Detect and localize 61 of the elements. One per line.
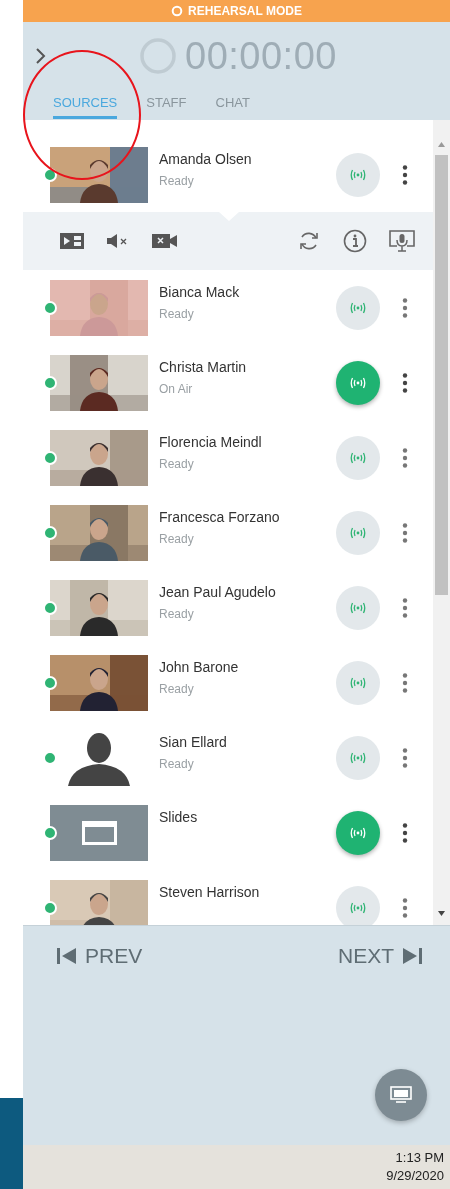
broadcast-icon bbox=[349, 751, 367, 764]
microphone-screen-icon[interactable] bbox=[389, 230, 415, 252]
broadcast-icon bbox=[349, 526, 367, 539]
tab[interactable]: CHAT bbox=[215, 90, 250, 119]
online-dot bbox=[43, 375, 57, 390]
online-dot bbox=[43, 600, 57, 615]
clock-date[interactable]: 9/29/2020 bbox=[386, 1167, 444, 1185]
broadcast-icon bbox=[349, 376, 367, 389]
source-status: Ready bbox=[159, 532, 195, 546]
source-status: Ready bbox=[159, 607, 195, 621]
scrollbar[interactable] bbox=[433, 120, 450, 925]
clock-time[interactable]: 1:13 PM bbox=[395, 1149, 444, 1167]
online-dot bbox=[43, 525, 57, 540]
on-air-button[interactable] bbox=[336, 810, 380, 855]
source-name: Christa Martin bbox=[159, 359, 248, 375]
online-dot bbox=[43, 825, 57, 840]
source-status: Ready bbox=[159, 457, 195, 471]
broadcast-icon bbox=[349, 676, 367, 689]
on-air-button[interactable] bbox=[336, 360, 380, 405]
source-name: Steven Harrison bbox=[159, 884, 261, 900]
online-dot bbox=[43, 300, 57, 315]
source-status: Ready bbox=[159, 682, 195, 696]
chevron-right-icon[interactable] bbox=[35, 47, 47, 65]
next-button[interactable]: NEXT bbox=[338, 943, 422, 968]
scroll-up-icon[interactable] bbox=[438, 142, 445, 147]
source-name: Jean Paul Agudelo bbox=[159, 584, 277, 600]
broadcast-icon bbox=[349, 301, 367, 314]
layout-icon[interactable] bbox=[60, 233, 84, 249]
online-dot bbox=[43, 900, 57, 915]
skip-forward-icon bbox=[402, 947, 422, 964]
online-dot bbox=[43, 750, 57, 765]
source-status: Ready bbox=[159, 174, 195, 188]
broadcast-icon bbox=[349, 168, 367, 181]
slides-icon bbox=[50, 804, 148, 861]
broadcast-icon bbox=[349, 826, 367, 839]
source-status: Ready bbox=[159, 757, 195, 771]
source-status: On Air bbox=[159, 382, 194, 396]
source-name: John Barone bbox=[159, 659, 240, 675]
source-name: Florencia Meindl bbox=[159, 434, 263, 450]
prev-button[interactable]: PREV bbox=[57, 943, 143, 968]
broadcast-icon bbox=[349, 901, 367, 914]
source-name: Amanda Olsen bbox=[159, 151, 253, 167]
tab[interactable]: STAFF bbox=[146, 90, 187, 119]
online-dot bbox=[43, 675, 57, 690]
record-circle-icon bbox=[171, 5, 184, 17]
source-status: Ready bbox=[159, 307, 195, 321]
broadcast-icon bbox=[349, 601, 367, 614]
screen-share-button[interactable] bbox=[375, 1069, 427, 1121]
source-name: Sian Ellard bbox=[159, 734, 228, 750]
skip-back-icon bbox=[57, 947, 77, 964]
broadcast-icon bbox=[349, 451, 367, 464]
source-name: Bianca Mack bbox=[159, 284, 241, 300]
source-name: Francesca Forzano bbox=[159, 509, 281, 525]
online-dot bbox=[43, 450, 57, 465]
scroll-down-icon[interactable] bbox=[438, 911, 445, 916]
camera-off-icon[interactable] bbox=[152, 233, 178, 249]
source-name: Slides bbox=[159, 809, 199, 825]
rehearsal-mode-label: REHEARSAL MODE bbox=[188, 4, 302, 18]
monitor-icon bbox=[390, 1086, 412, 1104]
online-dot bbox=[43, 167, 57, 182]
info-icon[interactable] bbox=[343, 229, 367, 253]
